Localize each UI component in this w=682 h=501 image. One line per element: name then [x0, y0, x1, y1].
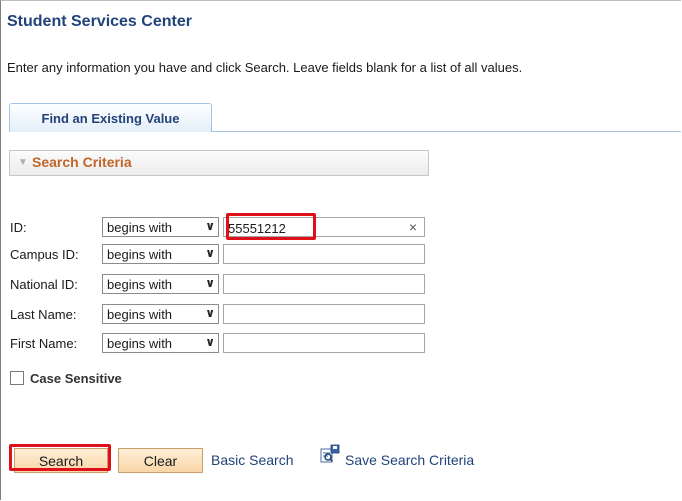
campus-id-operator-value: begins with [107, 246, 173, 262]
national-id-label: National ID: [10, 277, 78, 292]
case-sensitive-label: Case Sensitive [30, 371, 122, 386]
first-name-operator-value: begins with [107, 335, 173, 351]
first-name-operator-select[interactable]: begins with ∨ [102, 333, 219, 353]
page-title: Student Services Center [7, 13, 192, 30]
chevron-down-icon: ∨ [205, 219, 215, 233]
case-sensitive-checkbox[interactable] [10, 371, 24, 385]
clear-button[interactable]: Clear [118, 448, 203, 473]
save-search-criteria-link[interactable]: Save Search Criteria [345, 452, 474, 468]
basic-search-link[interactable]: Basic Search [211, 452, 293, 468]
tab-find-existing-value[interactable]: Find an Existing Value [9, 103, 212, 132]
chevron-down-icon: ∨ [205, 246, 215, 260]
id-operator-value: begins with [107, 219, 173, 235]
id-highlight-box [226, 213, 316, 240]
search-criteria-label: Search Criteria [32, 154, 132, 170]
tab-divider [212, 131, 681, 132]
first-name-input[interactable] [223, 333, 425, 353]
collapse-triangle-icon: ▼ [18, 157, 28, 168]
save-search-icon[interactable] [320, 444, 340, 464]
last-name-operator-value: begins with [107, 306, 173, 322]
national-id-operator-value: begins with [107, 276, 173, 292]
last-name-operator-select[interactable]: begins with ∨ [102, 304, 219, 324]
chevron-down-icon: ∨ [205, 276, 215, 290]
national-id-operator-select[interactable]: begins with ∨ [102, 274, 219, 294]
national-id-input[interactable] [223, 274, 425, 294]
chevron-down-icon: ∨ [205, 306, 215, 320]
id-label: ID: [10, 220, 27, 235]
chevron-down-icon: ∨ [205, 335, 215, 349]
page-instructions: Enter any information you have and click… [7, 60, 523, 75]
clear-icon[interactable]: × [409, 219, 417, 235]
campus-id-operator-select[interactable]: begins with ∨ [102, 244, 219, 264]
last-name-input[interactable] [223, 304, 425, 324]
campus-id-input[interactable] [223, 244, 425, 264]
id-operator-select[interactable]: begins with ∨ [102, 217, 219, 237]
search-criteria-header[interactable]: ▼ Search Criteria [9, 150, 429, 176]
search-highlight-box [9, 444, 111, 471]
last-name-label: Last Name: [10, 307, 77, 322]
first-name-label: First Name: [10, 336, 78, 351]
campus-id-label: Campus ID: [10, 247, 79, 262]
